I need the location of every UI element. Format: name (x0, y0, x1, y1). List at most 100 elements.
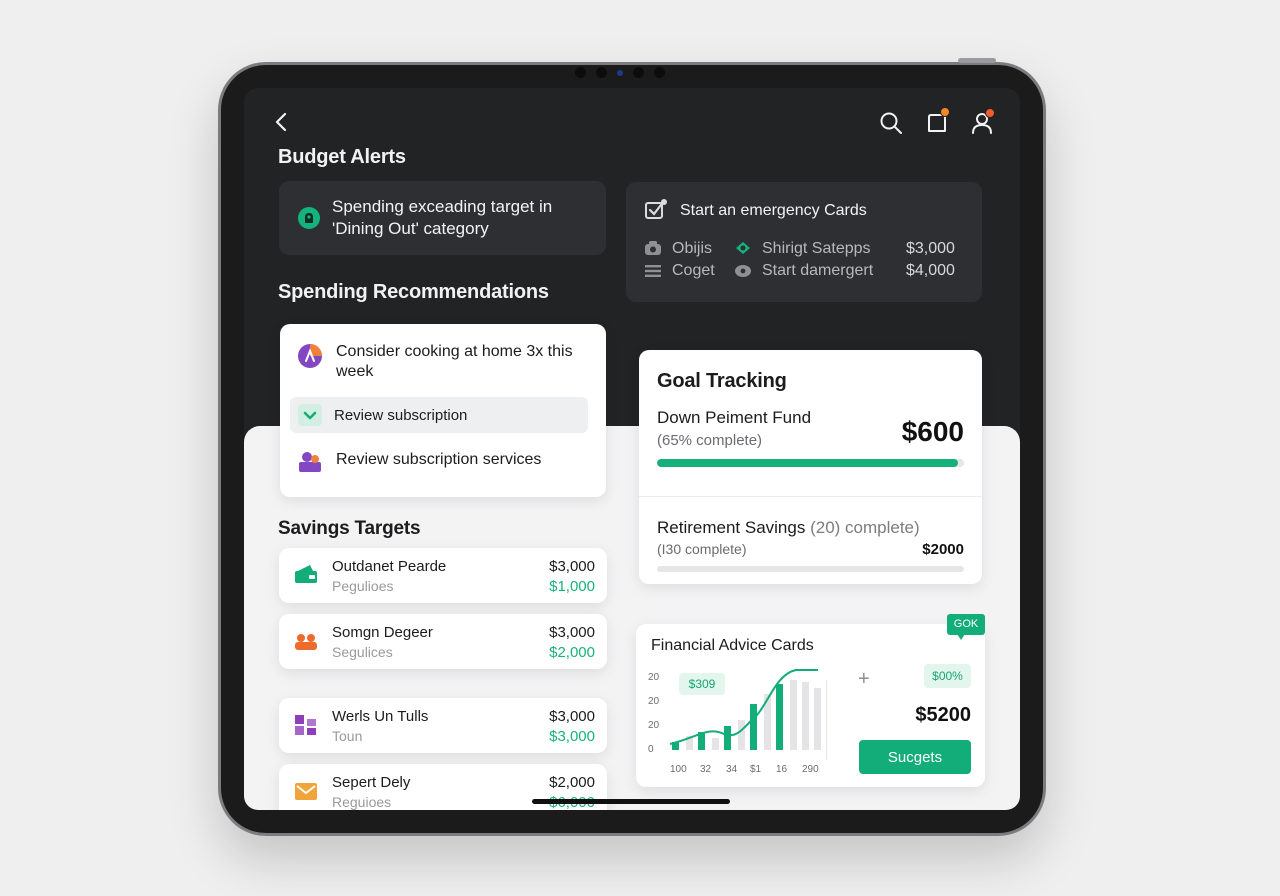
target-name: Somgn Degeer (332, 624, 433, 641)
target-saved: $3,000 (549, 728, 595, 745)
retirement-progress-text: (I30 complete) (657, 541, 747, 557)
chat-badge[interactable]: GOK (947, 614, 985, 640)
target-name: Sepert Dely (332, 774, 411, 791)
grid-icon (295, 715, 316, 735)
y-tick-label: 20 (648, 720, 660, 731)
retirement-title: Retirement Savings (657, 518, 806, 537)
chart-bar (738, 720, 745, 750)
goal-tracking-title: Goal Tracking (657, 370, 787, 392)
advice-title: Financial Advice Cards (651, 637, 814, 654)
profile-button[interactable] (970, 108, 996, 136)
mail-icon (295, 783, 317, 800)
retirement-progress-bar (657, 566, 964, 572)
retirement-suffix: (20) complete) (810, 518, 920, 537)
alert-line2: 'Dining Out' category (332, 219, 489, 238)
target-saved: $2,000 (549, 644, 595, 661)
profile-badge (985, 108, 995, 118)
y-tick-label: 0 (648, 744, 654, 755)
savings-target-item[interactable]: Somgn Degeer Segulices $3,000 $2,000 (279, 614, 607, 669)
retirement-amount: $2000 (922, 541, 964, 558)
money-icon (736, 242, 750, 254)
group-icon (295, 634, 317, 650)
divider (639, 496, 982, 497)
target-sub: Toun (332, 728, 363, 744)
camera-lens (617, 69, 623, 76)
recommendation-line2: week (336, 363, 374, 380)
recommendations-card: Consider cooking at home 3x this week Re… (280, 324, 606, 497)
emergency-row2-name: Start damergert (762, 262, 874, 279)
savings-targets-title: Savings Targets (278, 518, 421, 539)
chart-bar (712, 738, 719, 750)
chart-bar (790, 680, 797, 750)
check-icon (298, 404, 322, 426)
chart-bar (724, 726, 731, 750)
advice-card: Financial Advice Cards 20 20 20 0 100 32 34 $1 1… (636, 624, 985, 787)
percent-tag: $00% (924, 664, 971, 688)
advice-amount: $5200 (915, 704, 971, 726)
alert-icon (298, 207, 320, 229)
target-sub: Segulices (332, 644, 393, 660)
search-icon[interactable] (878, 110, 904, 136)
recommendation-label: Review subscription (334, 407, 468, 424)
down-payment-amount: $600 (901, 416, 964, 447)
target-amount: $2,000 (549, 774, 595, 791)
budget-alert-card[interactable]: Spending exceading target in 'Dining Out… (279, 181, 606, 255)
retirement-name: Retirement Savings (20) complete) (657, 518, 920, 538)
recommendation-item[interactable]: Review subscription services (280, 439, 606, 479)
home-indicator[interactable] (532, 799, 730, 804)
x-tick-label: $1 (750, 764, 762, 775)
sensor-dot (633, 67, 644, 78)
alert-line1: Spending exceading target in (332, 197, 553, 216)
target-saved: $1,000 (549, 578, 595, 595)
y-tick-label: 20 (648, 696, 660, 707)
budget-alerts-title: Budget Alerts (278, 146, 406, 168)
x-tick-label: 32 (700, 764, 712, 775)
camera-bar (575, 67, 665, 78)
emergency-row2-label: Coget (672, 262, 715, 279)
device-power-button (958, 58, 996, 63)
chat-icon (735, 265, 751, 277)
target-sub: Pegulioes (332, 578, 394, 594)
notification-badge (940, 107, 950, 117)
camera-icon (645, 241, 661, 255)
target-amount: $3,000 (549, 708, 595, 725)
target-amount: $3,000 (549, 558, 595, 575)
suggests-button[interactable]: Sucgets (859, 740, 971, 774)
down-payment-progress-fill (657, 459, 958, 467)
cooking-icon (298, 344, 322, 368)
down-payment-progress-text: (65% complete) (657, 432, 763, 449)
chart-bar (776, 684, 783, 750)
target-sub: Reguioes (332, 794, 392, 810)
chart-bar (814, 688, 821, 750)
savings-target-item[interactable]: Outdanet Pearde Pegulioes $3,000 $1,000 (279, 548, 607, 603)
x-tick-label: 290 (802, 764, 819, 775)
emergency-card[interactable]: Start an emergency Cards Obijis Shirigt … (626, 182, 982, 302)
chat-badge-text: GOK (953, 618, 979, 630)
recommendation-label: Review subscription services (336, 451, 542, 468)
y-tick-label: 20 (648, 672, 660, 683)
wallet-icon (295, 565, 317, 583)
recommendations-title: Spending Recommendations (278, 281, 549, 303)
plus-icon[interactable]: + (858, 668, 870, 691)
target-name: Werls Un Tulls (332, 708, 429, 725)
notification-button[interactable] (924, 107, 950, 136)
target-amount: $3,000 (549, 624, 595, 641)
goal-tracking-card: Goal Tracking Down Peiment Fund (65% com… (639, 350, 982, 584)
chart-value-tag: $309 (679, 673, 725, 695)
x-tick-label: 100 (670, 764, 687, 775)
back-arrow-icon[interactable] (270, 110, 294, 134)
checkbox-icon (645, 199, 667, 219)
recommendation-item[interactable]: Consider cooking at home 3x this week (280, 332, 606, 390)
sensor-dot (575, 67, 586, 78)
savings-target-item[interactable]: Werls Un Tulls Toun $3,000 $3,000 (279, 698, 607, 753)
app-screen: Budget Alerts Spending exceading target … (244, 88, 1020, 810)
emergency-row1-name: Shirigt Satepps (762, 240, 871, 257)
emergency-row1-label: Obijis (672, 240, 713, 257)
chart-bar (802, 682, 809, 750)
recommendation-line1: Consider cooking at home 3x this (336, 343, 573, 360)
sensor-dot (596, 67, 607, 78)
advice-chart: 20 20 20 0 100 32 34 $1 16 290 (648, 669, 821, 775)
sensor-dot (654, 67, 665, 78)
recommendation-item-selected[interactable]: Review subscription (290, 397, 588, 433)
emergency-title: Start an emergency Cards (680, 202, 867, 219)
